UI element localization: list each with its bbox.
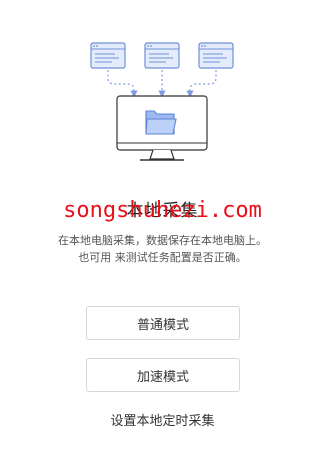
local-collection-illustration <box>90 42 234 161</box>
normal-mode-button[interactable]: 普通模式 <box>86 306 240 340</box>
description-line-2: 也可用 来测试任务配置是否正确。 <box>78 251 247 264</box>
schedule-local-collection-link[interactable]: 设置本地定时采集 <box>0 410 325 429</box>
web-page-icon <box>90 42 126 69</box>
fast-mode-button[interactable]: 加速模式 <box>86 358 240 392</box>
watermark-text: songshuhezi.com <box>63 198 262 223</box>
flow-arrows <box>107 70 217 98</box>
web-page-icon <box>198 42 234 69</box>
web-page-icon <box>144 42 180 69</box>
folder-icon <box>145 110 177 135</box>
description-line-1: 在本地电脑采集，数据保存在本地电脑上。 <box>58 234 267 247</box>
description: 在本地电脑采集，数据保存在本地电脑上。 也可用 来测试任务配置是否正确。 <box>0 232 325 266</box>
